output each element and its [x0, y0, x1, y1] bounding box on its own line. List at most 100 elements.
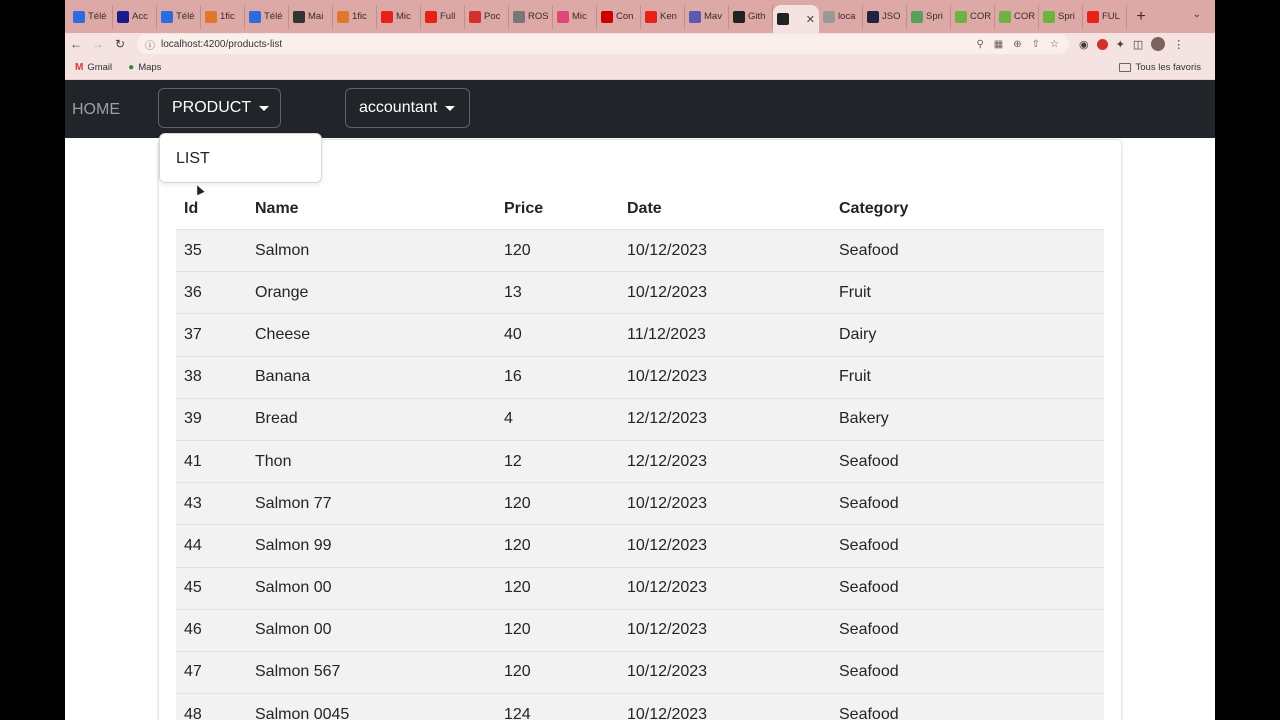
menu-item-list[interactable]: LIST [176, 150, 210, 168]
browser-tab[interactable]: JSO [863, 4, 907, 29]
product-dropdown-button[interactable]: PRODUCT [158, 88, 281, 128]
browser-tab[interactable]: 1fic [333, 4, 377, 29]
cell-id: 37 [184, 325, 202, 343]
browser-tab[interactable]: COR [951, 4, 995, 29]
cell-id: 44 [184, 536, 202, 554]
browser-tab[interactable]: ROS [509, 4, 553, 29]
cell-date: 12/12/2023 [627, 452, 708, 470]
cell-price: 120 [504, 663, 531, 681]
browser-toolbar: ← → ↻ ⓘ localhost:4200/products-list ⚲ ▦… [65, 33, 1215, 55]
browser-tab[interactable]: Spri [1039, 4, 1083, 29]
cell-id: 35 [184, 241, 202, 259]
cell-name: Orange [255, 283, 309, 301]
tab-label: FUL [1102, 11, 1120, 22]
browser-tab[interactable]: Ken [641, 4, 685, 29]
browser-tab[interactable]: 1fic [201, 4, 245, 29]
cell-category: Seafood [839, 663, 899, 681]
cell-price: 120 [504, 536, 531, 554]
spring-icon [999, 10, 1011, 23]
browser-tab[interactable]: Mic [553, 4, 597, 29]
star-icon[interactable]: ☆ [1050, 39, 1059, 50]
home-link[interactable]: HOME [72, 101, 120, 119]
opera-extension-icon[interactable] [1096, 38, 1108, 50]
cell-date: 10/12/2023 [627, 663, 708, 681]
cell-category: Fruit [839, 283, 871, 301]
profile-avatar[interactable] [1151, 37, 1166, 51]
zoom-icon[interactable]: ⊕ [1013, 39, 1021, 50]
table-row: 41 Thon 12 12/12/2023 Seafood [176, 440, 1104, 484]
tab-label: JSO [882, 11, 901, 22]
maven-icon [689, 10, 701, 23]
browser-tab[interactable]: Télé [157, 4, 201, 29]
browser-tab[interactable]: COR [995, 4, 1039, 29]
table-row: 38 Banana 16 10/12/2023 Fruit [176, 356, 1104, 399]
share-icon[interactable]: ⇧ [1032, 39, 1040, 50]
youtube-icon [425, 10, 437, 23]
tab-label: Acc [132, 11, 148, 22]
browser-tab[interactable]: Poc [465, 4, 509, 29]
tab-strip: Télé Acc Télé 1fic Télé Mai 1fic Mic Full Poc ROS M… [65, 0, 1215, 33]
cell-price: 12 [504, 452, 522, 470]
back-icon[interactable]: ← [65, 37, 87, 51]
browser-tab[interactable]: Full [421, 4, 465, 29]
bookmark-maps[interactable]: ● Maps [128, 62, 161, 73]
cell-price: 4 [504, 410, 513, 428]
browser-tab[interactable]: Acc [113, 4, 157, 29]
browser-tab[interactable]: Mic [377, 4, 421, 29]
browser-tab[interactable]: ✕ [773, 5, 819, 33]
browser-tab[interactable]: Spri [907, 4, 951, 29]
cell-date: 10/12/2023 [627, 536, 708, 554]
browser-tab[interactable]: Télé [69, 4, 113, 29]
browser-tab[interactable]: FUL [1083, 4, 1127, 29]
cell-category: Seafood [839, 536, 899, 554]
site-info-icon[interactable]: ⓘ [145, 37, 155, 52]
spring-icon [1043, 10, 1055, 23]
cell-price: 40 [504, 325, 522, 343]
browser-tab[interactable]: loca [819, 4, 863, 29]
json-icon [867, 10, 879, 23]
table-row: 39 Bread 4 12/12/2023 Bakery [176, 398, 1104, 441]
puzzle-icon[interactable]: ✦ [1116, 38, 1125, 51]
zoom-icon [249, 10, 261, 23]
bookmark-label: Gmail [87, 61, 113, 73]
cell-category: Seafood [839, 621, 899, 639]
cell-date: 10/12/2023 [627, 621, 708, 639]
cell-price: 120 [504, 621, 531, 639]
bookmark-gmail[interactable]: M Gmail [75, 62, 112, 73]
tab-label: COR [1014, 11, 1036, 22]
browser-tab[interactable]: Télé [245, 4, 289, 29]
diamond-icon [911, 10, 923, 23]
header-date: Date [627, 199, 662, 217]
table-row: 48 Salmon 0045 124 10/12/2023 Seafood [176, 694, 1104, 720]
forward-icon[interactable]: → [87, 37, 109, 51]
browser-tab[interactable]: Mav [685, 4, 729, 29]
menu-dots-icon[interactable]: ⋮ [1173, 38, 1184, 51]
caret-down-icon [445, 105, 456, 111]
address-bar[interactable]: ⓘ localhost:4200/products-list ⚲ ▦ ⊕ ⇧ ☆ [137, 34, 1069, 54]
browser-tab[interactable]: Con [597, 4, 641, 29]
check-icon [469, 10, 481, 23]
cell-category: Bakery [839, 410, 889, 428]
accountant-dropdown-button[interactable]: accountant [345, 88, 470, 128]
reload-icon[interactable]: ↻ [109, 37, 131, 51]
products-table: Id Name Price Date Category 35 Salmon 120 1… [176, 188, 1104, 720]
cell-price: 120 [504, 241, 531, 259]
translate-icon[interactable]: ▦ [994, 39, 1003, 50]
tab-search-icon[interactable]: ⌄ [1193, 9, 1201, 20]
tab-label: Télé [176, 11, 195, 22]
new-tab-icon[interactable]: + [1127, 8, 1155, 26]
browser-tab[interactable]: Mai [289, 4, 333, 29]
cell-id: 36 [184, 283, 202, 301]
browser-tab[interactable]: Gith [729, 4, 773, 29]
key-icon[interactable]: ⚲ [976, 39, 983, 50]
extension-icon[interactable]: ◉ [1079, 38, 1089, 51]
sidepanel-icon[interactable]: ◫ [1133, 38, 1143, 51]
cell-category: Seafood [839, 452, 899, 470]
record-icon [557, 10, 569, 23]
all-bookmarks[interactable]: Tous les favoris [1118, 62, 1201, 73]
v-icon [117, 10, 129, 23]
cell-name: Cheese [255, 325, 311, 343]
maps-icon: ● [128, 61, 135, 73]
close-tab-icon[interactable]: ✕ [806, 13, 815, 26]
tab-label: Mic [396, 11, 411, 22]
